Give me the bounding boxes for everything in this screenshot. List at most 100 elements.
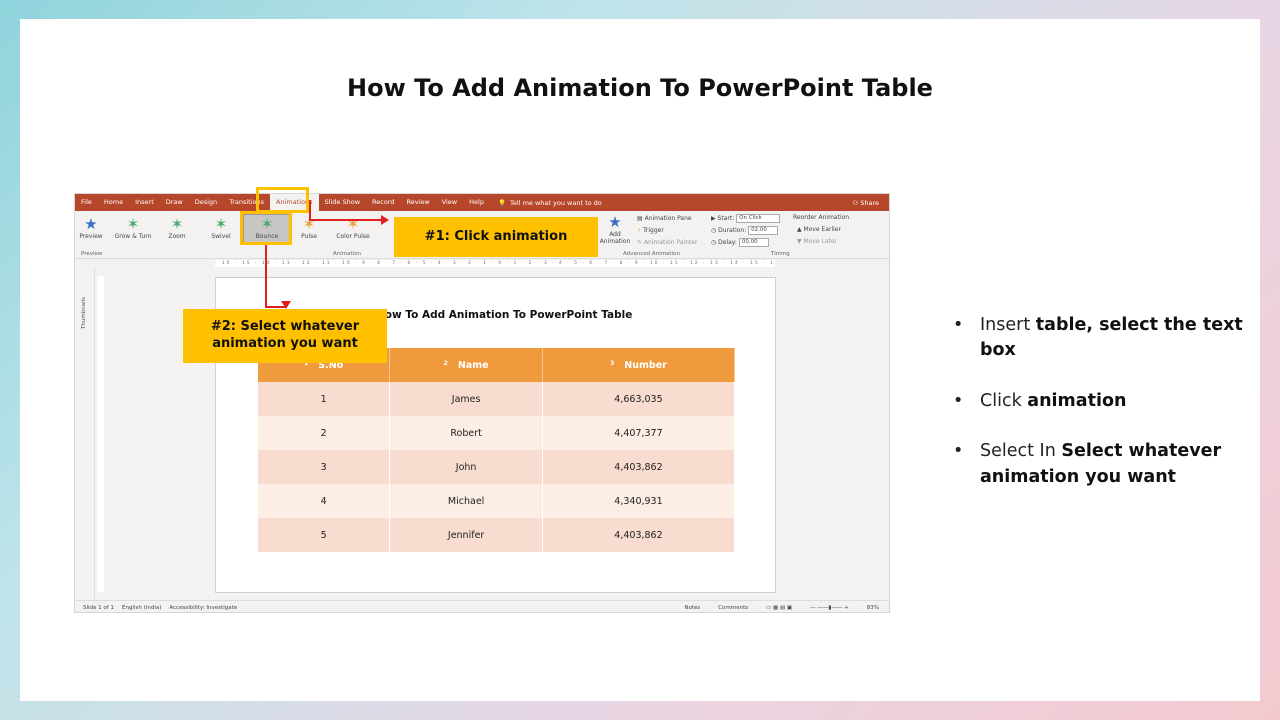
list-item: Click animation: [950, 389, 1250, 415]
animation-label: Grow & Turn: [114, 233, 152, 240]
header-label: Name: [457, 359, 489, 371]
animation-pane-button[interactable]: ▤ Animation Pane: [637, 215, 692, 222]
table-cell[interactable]: Michael: [389, 484, 543, 518]
language-status[interactable]: English (India): [122, 605, 161, 611]
table-cell[interactable]: 4,340,931: [542, 484, 736, 518]
star-icon: ★: [84, 215, 98, 233]
tell-me-search[interactable]: 💡 Tell me what you want to do: [498, 199, 602, 207]
tab-review[interactable]: Review: [400, 194, 435, 211]
animation-pane-label: Animation Pane: [644, 215, 692, 222]
table-row: 1 James 4,663,035: [258, 382, 736, 416]
delay-input[interactable]: 00.00: [738, 238, 769, 247]
preview-group-label: Preview: [81, 251, 103, 257]
tab-draw[interactable]: Draw: [160, 194, 189, 211]
bounce-highlight: [240, 211, 292, 245]
bullet-text: Select In: [980, 441, 1062, 462]
tab-insert[interactable]: Insert: [129, 194, 160, 211]
table-cell[interactable]: Robert: [389, 416, 543, 450]
table-header-cell[interactable]: 3 Number: [542, 348, 736, 382]
table-cell[interactable]: 4,407,377: [542, 416, 736, 450]
status-right: Notes Comments ▭ ▦ ▤ ▣ — ——▮—— + 83%: [676, 605, 889, 611]
arrow-head-icon: [381, 215, 389, 225]
animation-label: Pulse: [301, 233, 317, 240]
animation-label: Swivel: [211, 233, 231, 240]
move-earlier-label: Move Earlier: [803, 226, 841, 233]
slide-count: Slide 1 of 1: [83, 604, 114, 611]
callout-step-2: #2: Select whatever animation you want: [183, 309, 387, 363]
table-cell[interactable]: 4,663,035: [542, 382, 736, 416]
table-cell[interactable]: 4,403,862: [542, 518, 736, 552]
thumbnails-panel[interactable]: Thumbnails: [75, 267, 95, 600]
timing-group-label: Timing: [771, 251, 790, 257]
tell-me-text: Tell me what you want to do: [510, 198, 602, 207]
zoom-level[interactable]: 83%: [867, 605, 879, 611]
instruction-list: Insert table, select the text box Click …: [950, 313, 1250, 515]
table-cell[interactable]: 3: [258, 450, 391, 484]
header-label: Number: [624, 359, 667, 371]
tab-view[interactable]: View: [436, 194, 463, 211]
reorder-label: Reorder Animation: [793, 214, 850, 221]
animation-grow-turn[interactable]: ✶ Grow & Turn: [113, 215, 153, 240]
add-animation-button[interactable]: ★ Add Animation: [595, 213, 635, 245]
notes-button[interactable]: Notes: [684, 605, 700, 611]
table-cell[interactable]: 4: [258, 484, 391, 518]
table-cell[interactable]: Jennifer: [389, 518, 543, 552]
table-cell[interactable]: 5: [258, 518, 391, 552]
animations-tab-highlight: [256, 187, 309, 213]
star-icon: ✶: [346, 215, 360, 233]
animation-painter-button[interactable]: ✎ Animation Painter: [637, 239, 697, 246]
tab-help[interactable]: Help: [463, 194, 490, 211]
animation-swivel[interactable]: ✶ Swivel: [201, 215, 241, 240]
duration-input[interactable]: 02.00: [748, 226, 779, 235]
bullet-bold: animation: [1027, 390, 1127, 411]
advanced-group-label: Advanced Animation: [623, 251, 680, 257]
animation-zoom[interactable]: ✶ Zoom: [157, 215, 197, 240]
horizontal-ruler: · 16 · 15 · 14 · 13 · 12 · 11 · 10 · 9 ·…: [215, 260, 775, 267]
start-control: ▶ Start: On Click: [711, 214, 781, 223]
arrow-head-icon: [281, 301, 291, 309]
star-icon: ✶: [126, 215, 140, 233]
table-cell[interactable]: 4,403,862: [542, 450, 736, 484]
tab-file[interactable]: File: [75, 194, 98, 211]
pane-icon: ▤: [637, 215, 645, 222]
list-item: Insert table, select the text box: [950, 313, 1250, 364]
accessibility-status[interactable]: Accessibility: Investigate: [169, 605, 237, 611]
tab-design[interactable]: Design: [189, 194, 223, 211]
start-label: Start:: [717, 215, 735, 222]
view-buttons-icon[interactable]: ▭ ▦ ▤ ▣: [766, 605, 792, 611]
animation-label: Color Pulse: [336, 233, 370, 240]
move-earlier-button[interactable]: ▲ Move Earlier: [797, 226, 841, 233]
table-cell[interactable]: John: [389, 450, 543, 484]
duration-label: Duration:: [718, 227, 747, 234]
table-cell[interactable]: 2: [258, 416, 391, 450]
table-row: 5 Jennifer 4,403,862: [258, 518, 736, 552]
comments-button[interactable]: Comments: [718, 605, 748, 611]
share-button[interactable]: ⚇ Share: [852, 199, 889, 207]
vertical-ruler: [97, 276, 104, 592]
tab-slide-show[interactable]: Slide Show: [319, 194, 366, 211]
table-row: 3 John 4,403,862: [258, 450, 736, 484]
data-table[interactable]: 1 S.No 2 Name 3 Number 1 James 4,663,035 2 …: [258, 348, 736, 552]
zoom-slider[interactable]: — ——▮—— +: [810, 605, 849, 611]
animation-order-icon: 3: [610, 359, 615, 367]
canvas-title[interactable]: How To Add Animation To PowerPoint Table: [376, 309, 632, 321]
animation-label: Zoom: [168, 233, 186, 240]
table-cell[interactable]: James: [389, 382, 543, 416]
table-cell[interactable]: 1: [258, 382, 391, 416]
trigger-label: Trigger: [643, 227, 664, 234]
tab-record[interactable]: Record: [366, 194, 400, 211]
table-header-cell[interactable]: 2 Name: [389, 348, 543, 382]
duration-control: ◷ Duration: 02.00: [711, 226, 779, 235]
callout-step-1: #1: Click animation: [394, 217, 598, 257]
start-select[interactable]: On Click: [736, 214, 781, 223]
thumbnails-label: Thumbnails: [81, 297, 87, 329]
star-icon: ★: [608, 213, 622, 231]
callout-step-2-line1: #2: Select whatever: [210, 319, 360, 335]
trigger-button[interactable]: ⚡ Trigger: [637, 227, 664, 234]
move-later-button[interactable]: ▼ Move Later: [797, 238, 837, 245]
arrow-line: [309, 200, 311, 220]
arrow-line: [265, 245, 267, 307]
tab-home[interactable]: Home: [98, 194, 129, 211]
table-row: 4 Michael 4,340,931: [258, 484, 736, 518]
preview-button[interactable]: ★ Preview: [75, 215, 107, 240]
